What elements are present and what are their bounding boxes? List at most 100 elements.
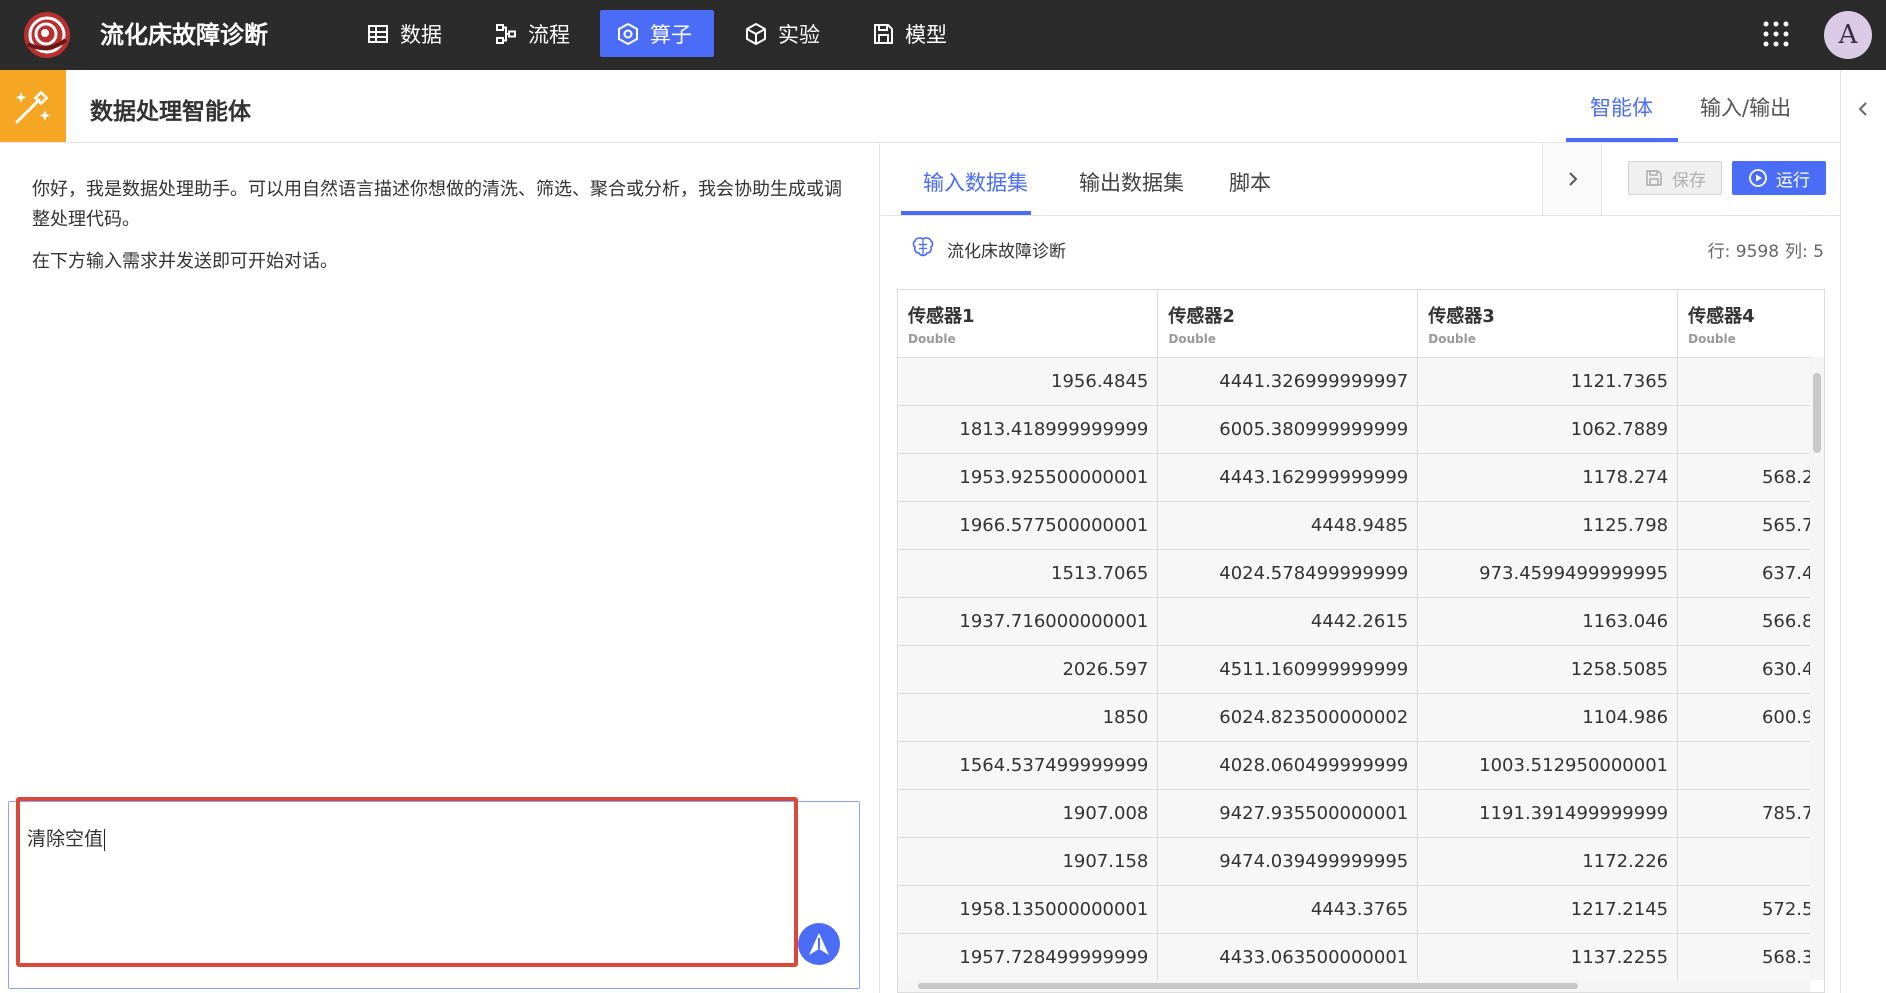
table-cell[interactable]: 600.96095000000	[1677, 693, 1810, 742]
table-cell[interactable]: 1937.716000000001	[898, 597, 1159, 646]
table-cell[interactable]: 566.85370000000	[1677, 597, 1810, 646]
tab-io[interactable]: 输入/输出	[1700, 92, 1791, 122]
nav-flow[interactable]: 流程	[478, 10, 586, 57]
tab-script[interactable]: 脚本	[1229, 167, 1271, 197]
table-cell[interactable]: 2026.597	[898, 645, 1159, 694]
column-header[interactable]: 传感器1 Double	[898, 290, 1159, 358]
table-cell[interactable]: 1217.2145	[1417, 885, 1679, 934]
table-cell[interactable]: 4441.326999999997	[1157, 357, 1419, 406]
dataset-info-bar: 流化床故障诊断 行: 9598 列: 5	[881, 217, 1840, 279]
tabs-scroll-right[interactable]	[1542, 143, 1602, 215]
table-cell[interactable]: 785.71540000000	[1677, 789, 1810, 838]
table-cell[interactable]: 6024.823500000002	[1157, 693, 1419, 742]
table-cell[interactable]: 630.41950000000	[1677, 645, 1810, 694]
data-grid[interactable]: 传感器1 Double 传感器2 Double 传感器3 Double 传感器4 Dou…	[897, 289, 1825, 993]
table-cell[interactable]: 1163.046	[1417, 597, 1679, 646]
column-header[interactable]: 传感器2 Double	[1157, 290, 1419, 358]
horizontal-scroll-thumb[interactable]	[918, 983, 1578, 989]
table-cell[interactable]: 1104.986	[1417, 693, 1679, 742]
table-cell[interactable]: 4433.063500000001	[1157, 933, 1419, 980]
tab-agent[interactable]: 智能体	[1590, 92, 1653, 122]
table-cell[interactable]: 1966.577500000001	[898, 501, 1159, 550]
table-cell[interactable]: 1813.418999999999	[898, 405, 1159, 454]
save-button[interactable]: 保存	[1628, 161, 1722, 195]
table-row[interactable]: 1907.008 9427.935500000001 1191.3914999999…	[898, 789, 1810, 838]
horizontal-scrollbar[interactable]	[898, 980, 1810, 992]
table-row[interactable]: 1937.7160000000014442.26151163.046566.85…	[898, 597, 1810, 646]
column-header[interactable]: 传感器4 Double	[1677, 290, 1810, 358]
nav-model[interactable]: 模型	[855, 10, 963, 57]
table-cell[interactable]: 1907.008	[898, 789, 1159, 838]
table-cell[interactable]: 1137.2255	[1417, 933, 1679, 980]
table-row[interactable]: 1966.5775000000014448.94851125.798565.73…	[898, 501, 1810, 550]
table-cell[interactable]: 4442.2615	[1157, 597, 1419, 646]
data-grid-viewport: 传感器1 Double 传感器2 Double 传感器3 Double 传感器4 Dou…	[898, 290, 1810, 980]
table-cell[interactable]: 4443.3765	[1157, 885, 1419, 934]
table-row[interactable]: 2026.5974511.1609999999991258.5085630.41…	[898, 645, 1810, 694]
table-cell[interactable]: 1564.537499999999	[898, 741, 1159, 790]
table-cell[interactable]: 1513.7065	[898, 549, 1159, 598]
table-cell[interactable]: 973.4599499999995	[1417, 549, 1679, 598]
send-button[interactable]	[798, 923, 840, 965]
table-cell[interactable]: 568.29770000000	[1677, 453, 1810, 502]
vertical-scroll-thumb[interactable]	[1813, 373, 1821, 453]
table-cell[interactable]: 1258.5085	[1417, 645, 1679, 694]
table-cell[interactable]: 1957.728499999999	[898, 933, 1159, 980]
table-row[interactable]: 1958.1350000000014443.37651217.2145572.5…	[898, 885, 1810, 934]
table-cell[interactable]: 4024.578499999999	[1157, 549, 1419, 598]
table-cell[interactable]: 568.34440000000	[1677, 933, 1810, 980]
table-cell[interactable]: 567.0	[1677, 405, 1810, 454]
table-cell[interactable]: 9427.935500000001	[1157, 789, 1419, 838]
table-row[interactable]: 1564.537499999999 4028.060499999999 1003.5…	[898, 741, 1810, 790]
chevron-left-icon[interactable]	[1854, 100, 1872, 118]
table-cell[interactable]: 4511.160999999999	[1157, 645, 1419, 694]
table-row[interactable]: 1957.728499999999 4433.063500000001 1137.2…	[898, 933, 1810, 980]
table-cell[interactable]: 571.7	[1677, 357, 1810, 406]
table-cell[interactable]: 1850	[898, 693, 1159, 742]
run-button[interactable]: 运行	[1732, 161, 1826, 195]
table-cell[interactable]: 1178.274	[1417, 453, 1679, 502]
vertical-scrollbar[interactable]	[1810, 357, 1824, 980]
table-cell[interactable]: 1125.798	[1417, 501, 1679, 550]
table-cell[interactable]: 1121.7365	[1417, 357, 1679, 406]
tab-input-dataset[interactable]: 输入数据集	[923, 167, 1028, 197]
table-cell[interactable]: 1003.512950000001	[1417, 741, 1679, 790]
chat-input[interactable]: 清除空值	[8, 801, 860, 989]
table-cell[interactable]: 1907.158	[898, 837, 1159, 886]
table-cell[interactable]: 572.59654999999	[1677, 885, 1810, 934]
table-row[interactable]: 1956.48454441.3269999999971121.7365571.7	[898, 357, 1810, 406]
table-cell[interactable]: 565.73705000000	[1677, 501, 1810, 550]
nav-data[interactable]: 数据	[350, 10, 458, 57]
tab-output-dataset[interactable]: 输出数据集	[1079, 167, 1184, 197]
table-cell[interactable]: 813.8	[1677, 837, 1810, 886]
table-cell[interactable]: 627.34	[1677, 741, 1810, 790]
table-row[interactable]: 1953.925500000001 4443.162999999999 1178.2…	[898, 453, 1810, 502]
operator-icon	[618, 22, 638, 45]
table-row[interactable]: 18506024.8235000000021104.986600.9609500…	[898, 693, 1810, 742]
table-row[interactable]: 1907.1589474.0394999999951172.226813.8	[898, 837, 1810, 886]
table-row[interactable]: 1813.418999999999 6005.380999999999 1062.7…	[898, 405, 1810, 454]
table-cell[interactable]: 1172.226	[1417, 837, 1679, 886]
table-cell[interactable]: 4448.9485	[1157, 501, 1419, 550]
user-avatar[interactable]: A	[1824, 11, 1872, 59]
collapse-panel-strip[interactable]	[1840, 70, 1886, 993]
app-logo-icon[interactable]	[22, 10, 72, 60]
column-name: 传感器1	[908, 306, 975, 327]
table-cell[interactable]: 1956.4845	[898, 357, 1159, 406]
table-cell[interactable]: 4443.162999999999	[1157, 453, 1419, 502]
table-cell[interactable]: 4028.060499999999	[1157, 741, 1419, 790]
table-cell[interactable]: 1958.135000000001	[898, 885, 1159, 934]
nav-experiment[interactable]: 实验	[728, 10, 836, 57]
column-header[interactable]: 传感器3 Double	[1417, 290, 1679, 358]
table-cell[interactable]: 6005.380999999999	[1157, 405, 1419, 454]
chat-input-text[interactable]: 清除空值	[27, 824, 106, 851]
table-cell[interactable]: 1953.925500000001	[898, 453, 1159, 502]
nav-operator[interactable]: 算子	[600, 10, 714, 57]
apps-grid-icon[interactable]	[1762, 20, 1790, 48]
table-cell[interactable]: 9474.039499999995	[1157, 837, 1419, 886]
table-cell[interactable]: 1062.7889	[1417, 405, 1679, 454]
magic-wand-icon	[15, 90, 51, 124]
table-cell[interactable]: 637.43449999999	[1677, 549, 1810, 598]
table-cell[interactable]: 1191.391499999999	[1417, 789, 1679, 838]
table-row[interactable]: 1513.7065 4024.578499999999 973.4599499999…	[898, 549, 1810, 598]
